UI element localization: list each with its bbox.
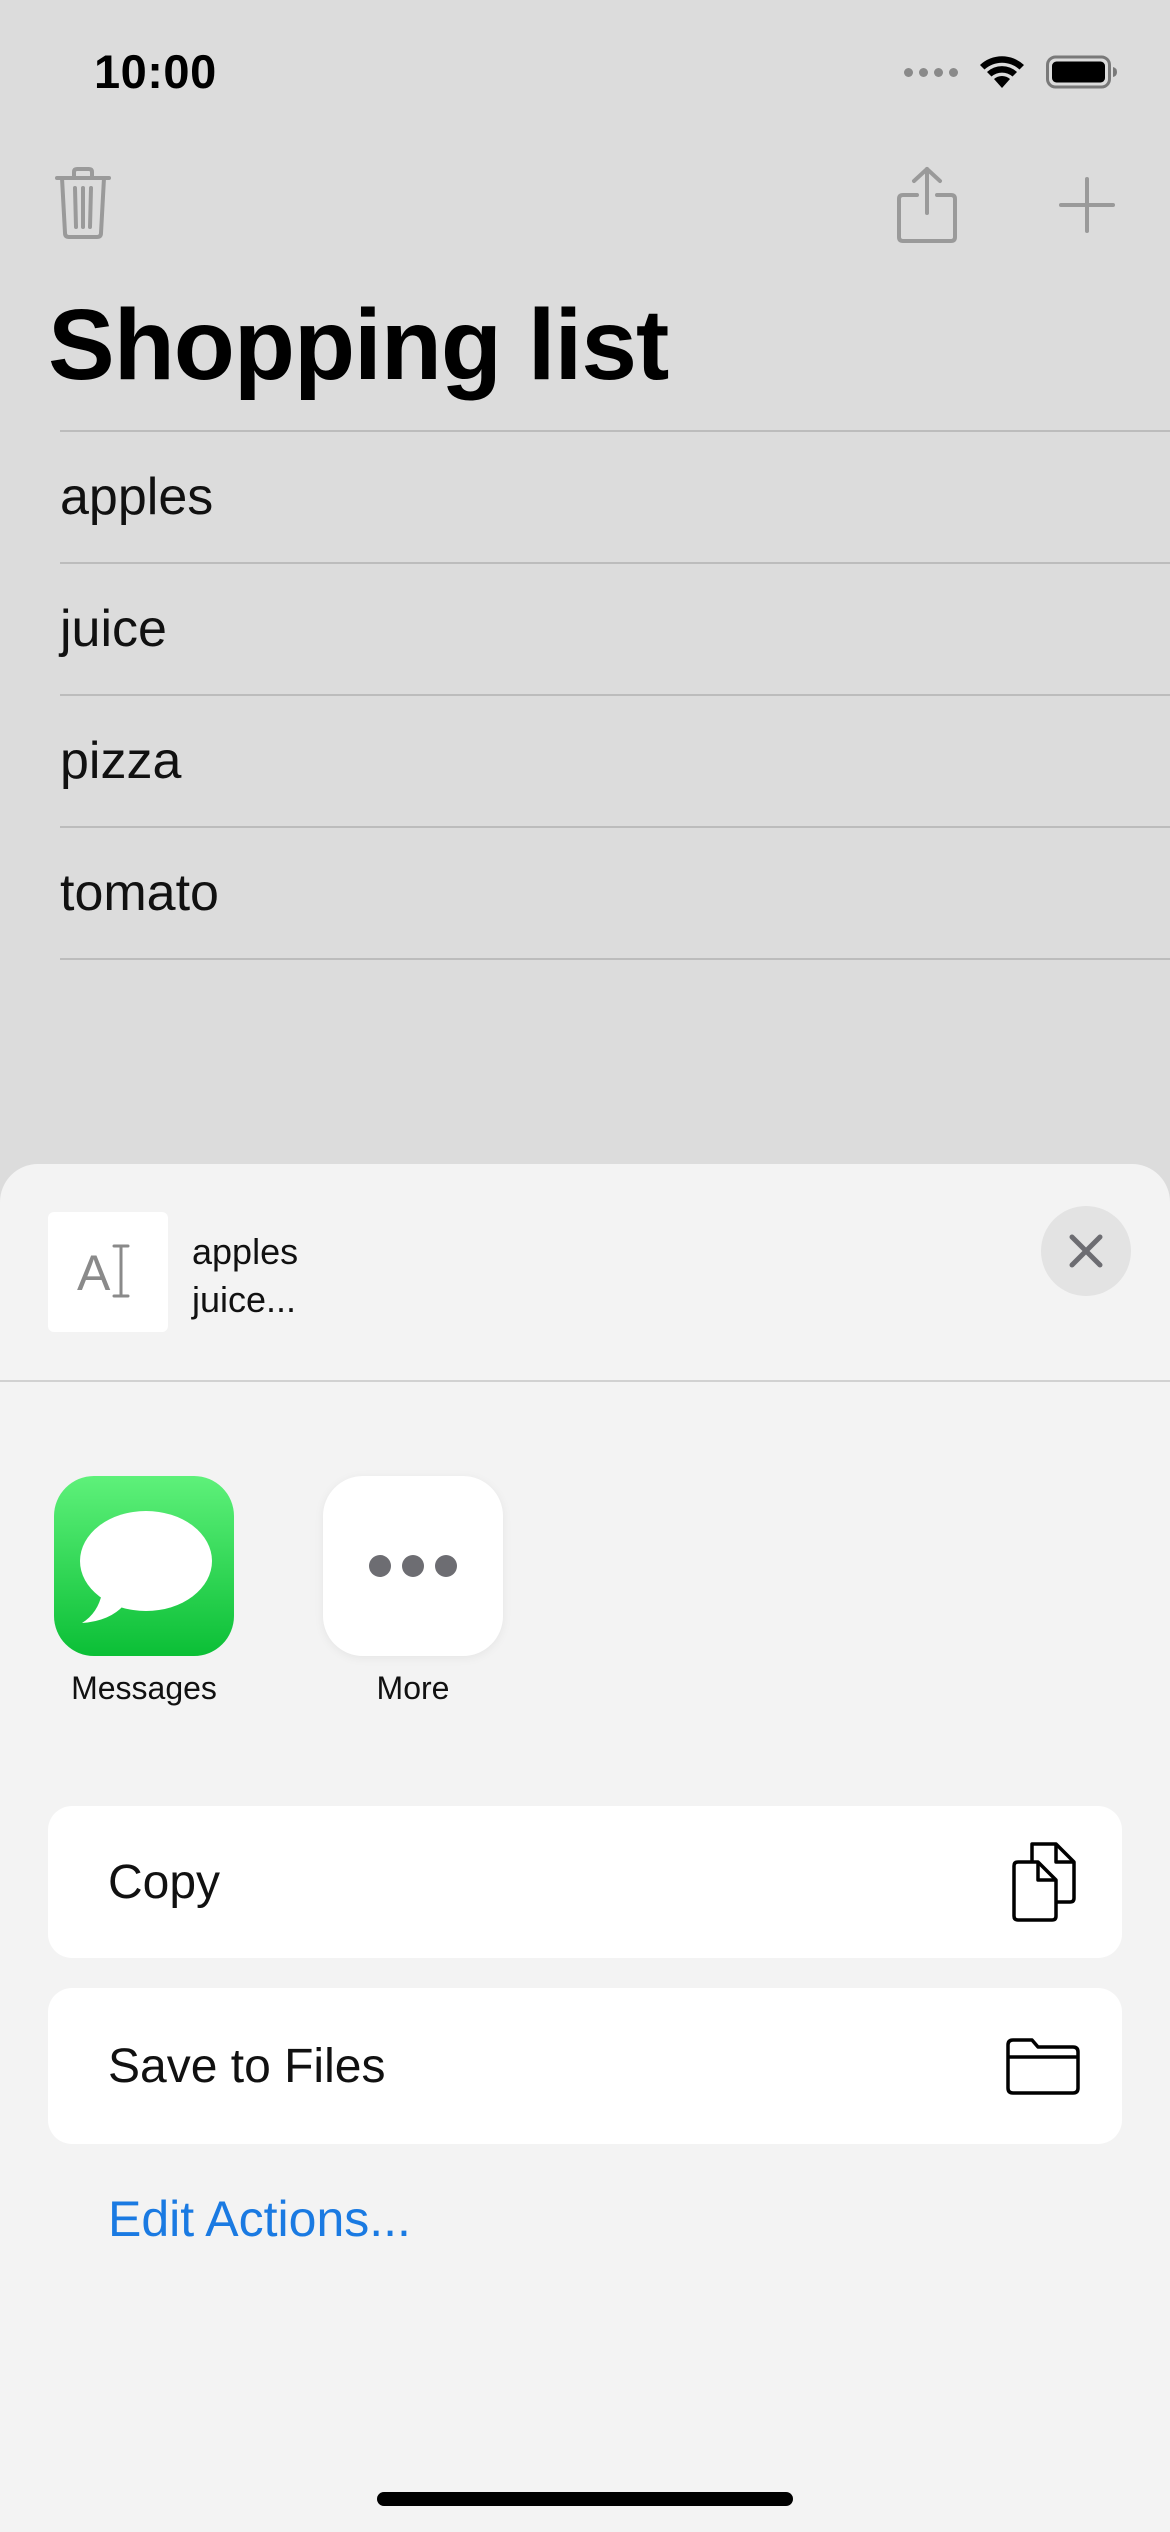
- copy-icon: [1012, 1842, 1076, 1922]
- share-app-more[interactable]: More: [323, 1476, 503, 1707]
- preview-text: apples juice...: [192, 1228, 298, 1324]
- home-indicator[interactable]: [377, 2492, 793, 2506]
- copy-action[interactable]: Copy: [48, 1806, 1122, 1958]
- save-to-files-action[interactable]: Save to Files: [48, 1988, 1122, 2144]
- list-item[interactable]: juice: [60, 562, 1170, 694]
- app-label: Messages: [71, 1670, 217, 1706]
- action-label: Copy: [108, 1855, 221, 1909]
- action-label: Save to Files: [108, 2039, 386, 2093]
- list-item[interactable]: tomato: [60, 826, 1170, 960]
- share-button[interactable]: [892, 165, 962, 245]
- preview-thumbnail: A: [48, 1212, 168, 1332]
- list-item[interactable]: apples: [60, 430, 1170, 562]
- preview-line: apples: [192, 1231, 299, 1272]
- page-title: Shopping list: [48, 289, 669, 401]
- close-button[interactable]: [1041, 1206, 1131, 1296]
- close-icon: [1069, 1234, 1103, 1268]
- app-label: More: [376, 1670, 450, 1706]
- cellular-signal-icon: [904, 67, 958, 77]
- folder-icon: [1006, 2038, 1080, 2095]
- preview-line: juice...: [192, 1279, 297, 1320]
- shopping-list: apples juice pizza tomato: [60, 430, 1170, 960]
- share-sheet-header: A apples juice...: [0, 1164, 1170, 1382]
- messages-icon: [54, 1476, 234, 1656]
- share-sheet: A apples juice... Messages More Copy Sav…: [0, 1164, 1170, 2532]
- status-bar: 10:00: [0, 0, 1170, 150]
- svg-text:A: A: [77, 1245, 111, 1301]
- wifi-icon: [980, 56, 1024, 88]
- status-time: 10:00: [94, 45, 217, 98]
- text-document-icon: A: [77, 1244, 130, 1301]
- list-item[interactable]: pizza: [60, 694, 1170, 826]
- status-icons: [904, 52, 1118, 92]
- trash-icon: [55, 167, 111, 239]
- share-icon: [897, 167, 957, 243]
- plus-icon: [1059, 177, 1115, 233]
- more-dots-icon: [323, 1476, 503, 1656]
- share-app-messages[interactable]: Messages: [54, 1476, 234, 1707]
- add-item-button[interactable]: [1054, 172, 1120, 238]
- battery-icon: [1046, 55, 1117, 89]
- edit-actions-link[interactable]: Edit Actions...: [108, 2190, 411, 2248]
- delete-button[interactable]: [50, 165, 116, 241]
